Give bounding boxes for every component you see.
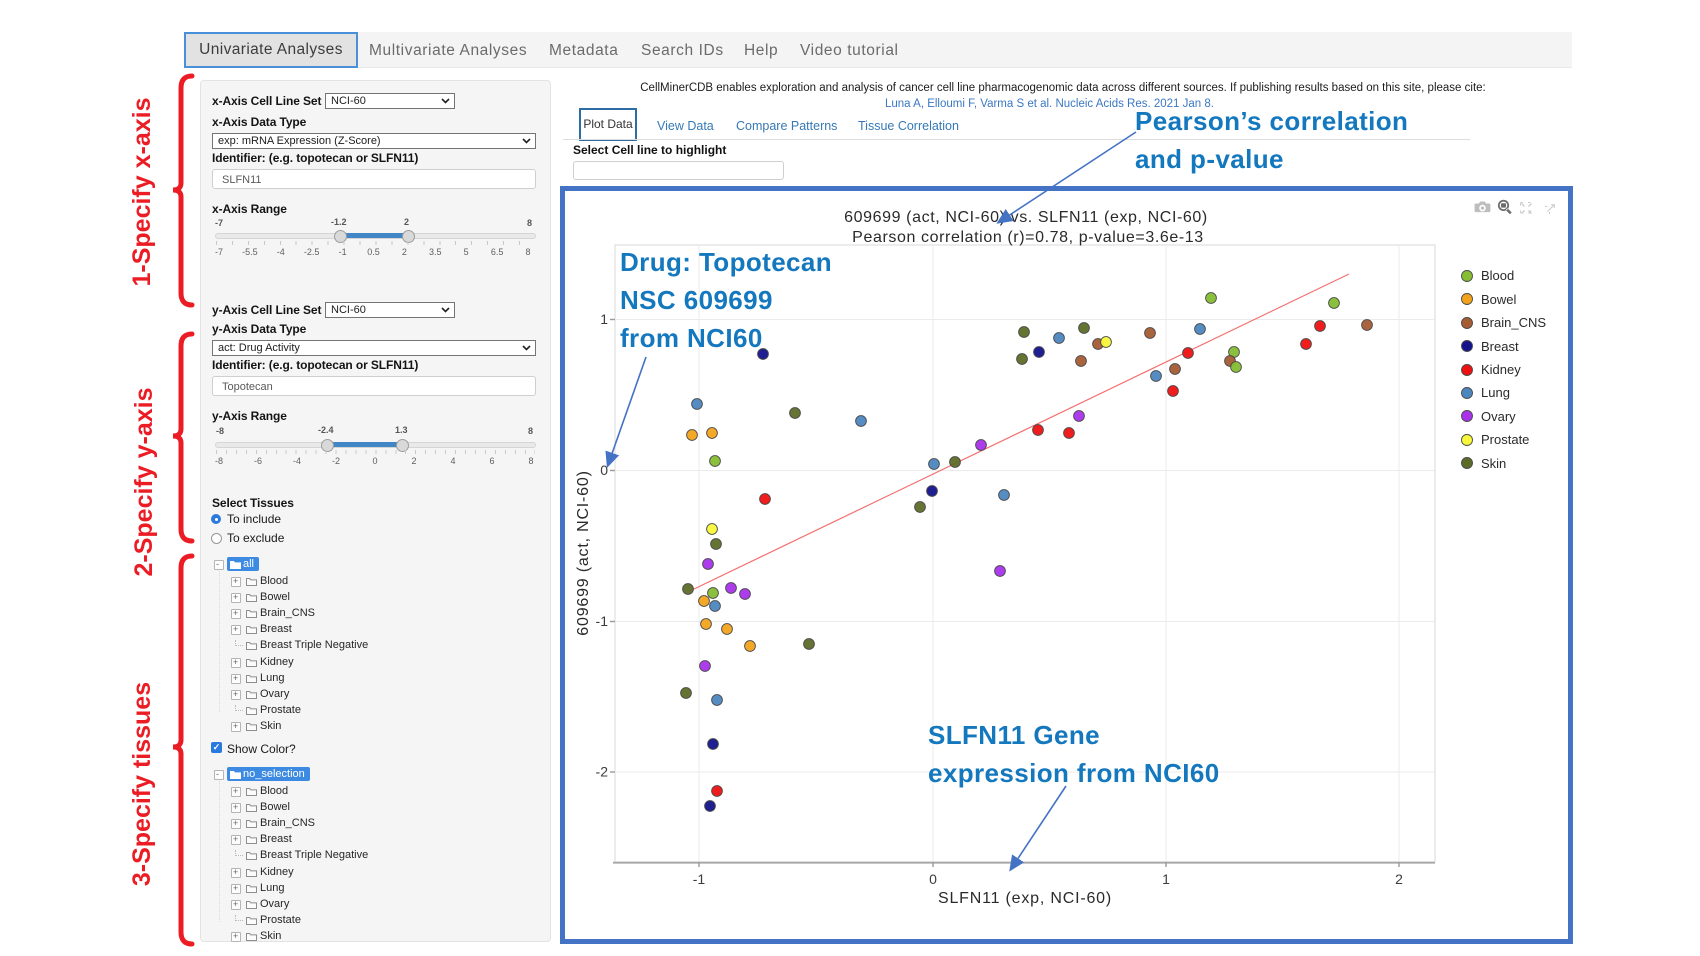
svg-text:Pearson correlation (r)=0.78,: Pearson correlation (r)=0.78, p-value=3.… xyxy=(852,229,1204,246)
svg-text:Skin: Skin xyxy=(1481,456,1506,471)
svg-text:Prostate: Prostate xyxy=(1481,432,1529,447)
svg-text:SLFN11 (exp, NCI-60): SLFN11 (exp, NCI-60) xyxy=(938,890,1112,907)
svg-text:609699 (act, NCI-60): 609699 (act, NCI-60) xyxy=(575,470,592,635)
svg-text:Drug: Topotecan: Drug: Topotecan xyxy=(620,247,832,277)
svg-text:from NCI60: from NCI60 xyxy=(620,323,763,353)
svg-text:0: 0 xyxy=(600,462,608,478)
svg-text:-1: -1 xyxy=(693,871,706,887)
svg-text:2: 2 xyxy=(1395,871,1403,887)
svg-text:-1: -1 xyxy=(596,613,609,629)
svg-text:Blood: Blood xyxy=(1481,268,1514,283)
svg-text:SLFN11 Gene: SLFN11 Gene xyxy=(928,720,1100,750)
svg-text:NSC 609699: NSC 609699 xyxy=(620,285,773,315)
svg-text:Pearson’s correlation: Pearson’s correlation xyxy=(1135,106,1408,136)
svg-text:Kidney: Kidney xyxy=(1481,362,1521,377)
svg-text:Bowel: Bowel xyxy=(1481,292,1517,307)
svg-text:1: 1 xyxy=(1162,871,1170,887)
svg-text:Lung: Lung xyxy=(1481,385,1510,400)
svg-text:1: 1 xyxy=(600,311,608,327)
svg-text:expression from NCI60: expression from NCI60 xyxy=(928,758,1220,788)
svg-text:Breast: Breast xyxy=(1481,339,1519,354)
svg-text:2-Specify y-axis: 2-Specify y-axis xyxy=(130,388,158,577)
svg-text:609699 (act, NCI-60) vs. SLFN1: 609699 (act, NCI-60) vs. SLFN11 (exp, NC… xyxy=(844,209,1208,226)
svg-text:1-Specify x-axis: 1-Specify x-axis xyxy=(128,98,156,287)
svg-text:and p-value: and p-value xyxy=(1135,144,1284,174)
svg-text:3-Specify tissues: 3-Specify tissues xyxy=(128,682,156,886)
svg-text:Ovary: Ovary xyxy=(1481,409,1516,424)
svg-text:-2: -2 xyxy=(596,764,609,780)
svg-text:0: 0 xyxy=(929,871,937,887)
svg-text:Brain_CNS: Brain_CNS xyxy=(1481,315,1546,330)
